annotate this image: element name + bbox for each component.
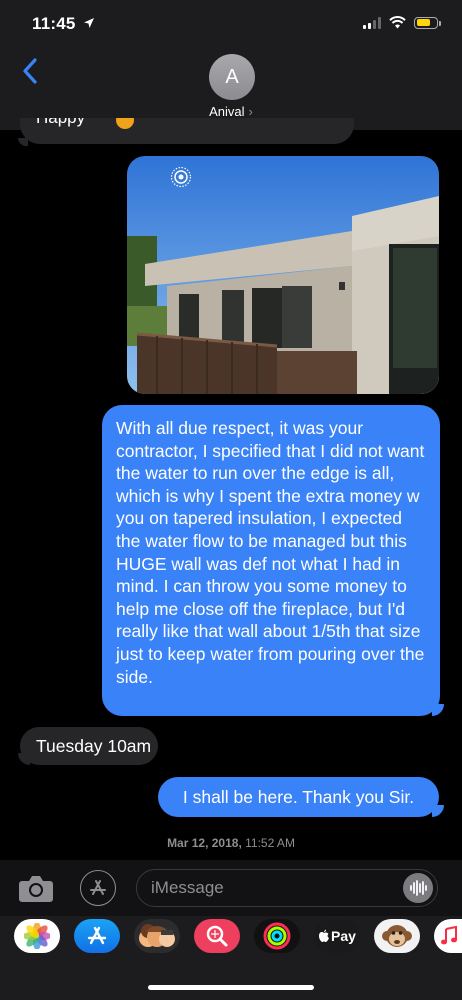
waveform-icon (410, 880, 427, 896)
photos-icon (24, 923, 50, 949)
status-time-text: 11:45 (32, 14, 76, 33)
home-indicator[interactable] (148, 985, 314, 990)
contact-avatar[interactable]: A (209, 54, 255, 100)
music-icon (441, 925, 457, 945)
status-time: 11:45 (32, 14, 95, 34)
bubble-tail (432, 704, 444, 716)
audio-message-button[interactable] (403, 873, 433, 903)
signal-icon (363, 16, 381, 29)
chevron-left-icon (23, 58, 37, 84)
apple-pay-icon (319, 929, 330, 942)
back-button[interactable] (18, 56, 44, 86)
apple-pay-label: Pay (331, 928, 356, 944)
app-store-icon (87, 926, 107, 945)
bubble-tail (18, 138, 28, 146)
smiley-emoji-icon (116, 118, 134, 129)
photos-app-button[interactable] (14, 919, 60, 953)
contact-name-button[interactable]: Anival › (0, 104, 462, 119)
apple-pay-app-button[interactable]: Pay (314, 919, 360, 953)
apps-button[interactable] (80, 870, 116, 906)
partial-message-text: Happy (36, 118, 85, 128)
message-text: With all due respect, it was your contra… (116, 418, 425, 687)
incoming-message[interactable]: Tuesday 10am (20, 727, 158, 765)
contact-name: Anival (209, 104, 245, 119)
memoji-app-button[interactable] (134, 919, 180, 953)
battery-icon (414, 16, 441, 29)
live-photo-icon[interactable] (170, 166, 192, 193)
message-text: I shall be here. Thank you Sir. (182, 787, 415, 807)
app-store-app-button[interactable] (74, 919, 120, 953)
wifi-icon (389, 16, 406, 29)
outgoing-message[interactable]: With all due respect, it was your contra… (102, 405, 440, 716)
message-input-placeholder: iMessage (151, 878, 224, 897)
image-search-icon (206, 925, 228, 947)
location-arrow-icon (84, 18, 95, 28)
timestamp-date: Mar 12, 2018, (167, 836, 242, 850)
camera-button[interactable] (16, 872, 56, 904)
outgoing-message[interactable]: I shall be here. Thank you Sir. (158, 777, 439, 817)
avatar-initial: A (225, 65, 239, 88)
chevron-right-icon: › (248, 104, 253, 119)
message-timestamp: Mar 12, 2018, 11:52 AM (0, 836, 462, 850)
memoji-icon (139, 924, 175, 947)
monkey-animoji-icon (382, 925, 412, 947)
status-indicators (363, 16, 441, 29)
timestamp-time: 11:52 AM (245, 836, 295, 850)
bubble-tail (432, 805, 444, 817)
app-store-icon (90, 880, 106, 895)
activity-icon (263, 922, 291, 950)
camera-icon (19, 876, 53, 902)
animoji-app-button[interactable] (374, 919, 420, 953)
bubble-tail (18, 753, 30, 765)
message-input[interactable]: iMessage (136, 869, 438, 907)
music-app-button[interactable] (434, 919, 462, 953)
incoming-message-partial-visible[interactable]: Happy (20, 118, 354, 144)
message-text: Tuesday 10am (36, 736, 152, 756)
activity-app-button[interactable] (254, 919, 300, 953)
image-search-app-button[interactable] (194, 919, 240, 953)
